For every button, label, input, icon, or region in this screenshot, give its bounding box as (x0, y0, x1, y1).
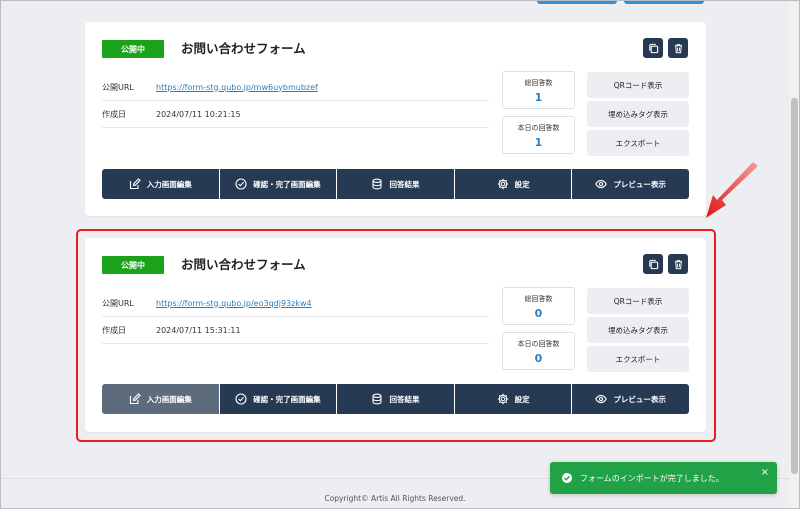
created-date-value: 2024/07/11 15:31:11 (156, 325, 241, 335)
embed-tag-button[interactable]: 埋め込みタグ表示 (587, 317, 689, 343)
created-date-row: 作成日 2024/07/11 10:21:15 (102, 101, 489, 128)
total-answers-value: 1 (534, 91, 543, 104)
form-card-2: 公開中 お問い合わせフォーム 公開URL https://form-stg.qu… (85, 238, 706, 432)
copy-button[interactable] (643, 254, 663, 274)
form-card-1: 公開中 お問い合わせフォーム 公開URL https://form-stg.qu… (85, 22, 706, 216)
edit-confirm-screen-button[interactable]: 確認・完了画面編集 (219, 169, 337, 199)
action-label: プレビュー表示 (613, 179, 666, 189)
public-url-row: 公開URL https://form-stg.qubo.jp/mw6uybmub… (102, 74, 489, 101)
qr-code-button[interactable]: QRコード表示 (587, 72, 689, 98)
settings-button[interactable]: 設定 (454, 384, 572, 414)
status-badge: 公開中 (102, 256, 164, 274)
copy-icon (648, 259, 658, 269)
qr-code-button[interactable]: QRコード表示 (587, 288, 689, 314)
annotation-arrow-icon (706, 162, 758, 218)
today-answers-label: 本日の回答数 (517, 340, 560, 348)
public-url-link[interactable]: https://form-stg.qubo.jp/eo3qdj93zkw4 (156, 299, 312, 308)
today-answers-value: 0 (534, 352, 543, 365)
copy-button[interactable] (643, 38, 663, 58)
action-label: プレビュー表示 (613, 394, 666, 404)
action-label: 確認・完了画面編集 (253, 179, 321, 189)
action-label: 回答結果 (389, 394, 420, 404)
edit-icon (129, 393, 141, 405)
action-label: 入力画面編集 (146, 394, 192, 404)
public-url-row: 公開URL https://form-stg.qubo.jp/eo3qdj93z… (102, 290, 489, 317)
export-button[interactable]: エクスポート (587, 346, 689, 372)
eye-icon (595, 179, 608, 189)
today-answers-box: 本日の回答数 1 (502, 116, 575, 154)
toast-close-icon[interactable]: × (761, 467, 769, 478)
answer-results-button[interactable]: 回答結果 (337, 169, 454, 199)
edit-icon (129, 178, 141, 190)
top-button-partial-1[interactable] (537, 0, 617, 4)
delete-button[interactable] (668, 254, 688, 274)
top-button-partial-2[interactable] (624, 0, 704, 4)
action-bar: 入力画面編集 確認・完了画面編集 回答結果 設定 プレビュー表示 (102, 169, 689, 199)
action-label: 設定 (514, 179, 530, 189)
form-title: お問い合わせフォーム (181, 41, 306, 56)
scrollbar-thumb[interactable] (791, 98, 798, 474)
action-bar: 入力画面編集 確認・完了画面編集 回答結果 設定 プレビュー表示 (102, 384, 689, 414)
action-label: 設定 (514, 394, 530, 404)
form-title: お問い合わせフォーム (181, 257, 306, 272)
check-circle-icon (235, 178, 247, 190)
edit-input-screen-button[interactable]: 入力画面編集 (102, 384, 219, 414)
total-answers-value: 0 (534, 307, 543, 320)
edit-confirm-screen-button[interactable]: 確認・完了画面編集 (219, 384, 337, 414)
trash-icon (674, 259, 682, 269)
gear-icon (497, 178, 508, 190)
delete-button[interactable] (668, 38, 688, 58)
total-answers-label: 総回答数 (524, 295, 553, 303)
created-date-row: 作成日 2024/07/11 15:31:11 (102, 317, 489, 344)
answer-results-button[interactable]: 回答結果 (337, 384, 454, 414)
footer-copyright: Copyright© Artis All Rights Reserved. (324, 494, 466, 503)
toast-message: フォームのインポートが完了しました。 (580, 473, 724, 483)
action-label: 確認・完了画面編集 (253, 394, 321, 404)
database-icon (372, 393, 383, 405)
import-success-toast: フォームのインポートが完了しました。 × (550, 462, 777, 494)
total-answers-label: 総回答数 (524, 79, 553, 87)
public-url-label: 公開URL (102, 82, 134, 92)
settings-button[interactable]: 設定 (454, 169, 572, 199)
database-icon (372, 178, 383, 190)
preview-button[interactable]: プレビュー表示 (572, 169, 689, 199)
total-answers-box: 総回答数 1 (502, 71, 575, 109)
created-date-label: 作成日 (102, 325, 126, 335)
edit-input-screen-button[interactable]: 入力画面編集 (102, 169, 219, 199)
copy-icon (648, 43, 658, 53)
total-answers-box: 総回答数 0 (502, 287, 575, 325)
embed-tag-button[interactable]: 埋め込みタグ表示 (587, 101, 689, 127)
status-badge: 公開中 (102, 40, 164, 58)
today-answers-box: 本日の回答数 0 (502, 332, 575, 370)
created-date-label: 作成日 (102, 109, 126, 119)
check-circle-icon (562, 473, 572, 483)
trash-icon (674, 43, 682, 53)
action-label: 回答結果 (389, 179, 420, 189)
gear-icon (497, 393, 508, 405)
today-answers-label: 本日の回答数 (517, 124, 560, 132)
action-label: 入力画面編集 (146, 179, 192, 189)
export-button[interactable]: エクスポート (587, 130, 689, 156)
today-answers-value: 1 (534, 136, 543, 149)
created-date-value: 2024/07/11 10:21:15 (156, 109, 241, 119)
eye-icon (595, 394, 608, 404)
public-url-link[interactable]: https://form-stg.qubo.jp/mw6uybmubzef (156, 83, 318, 92)
check-circle-icon (235, 393, 247, 405)
public-url-label: 公開URL (102, 298, 134, 308)
preview-button[interactable]: プレビュー表示 (572, 384, 689, 414)
